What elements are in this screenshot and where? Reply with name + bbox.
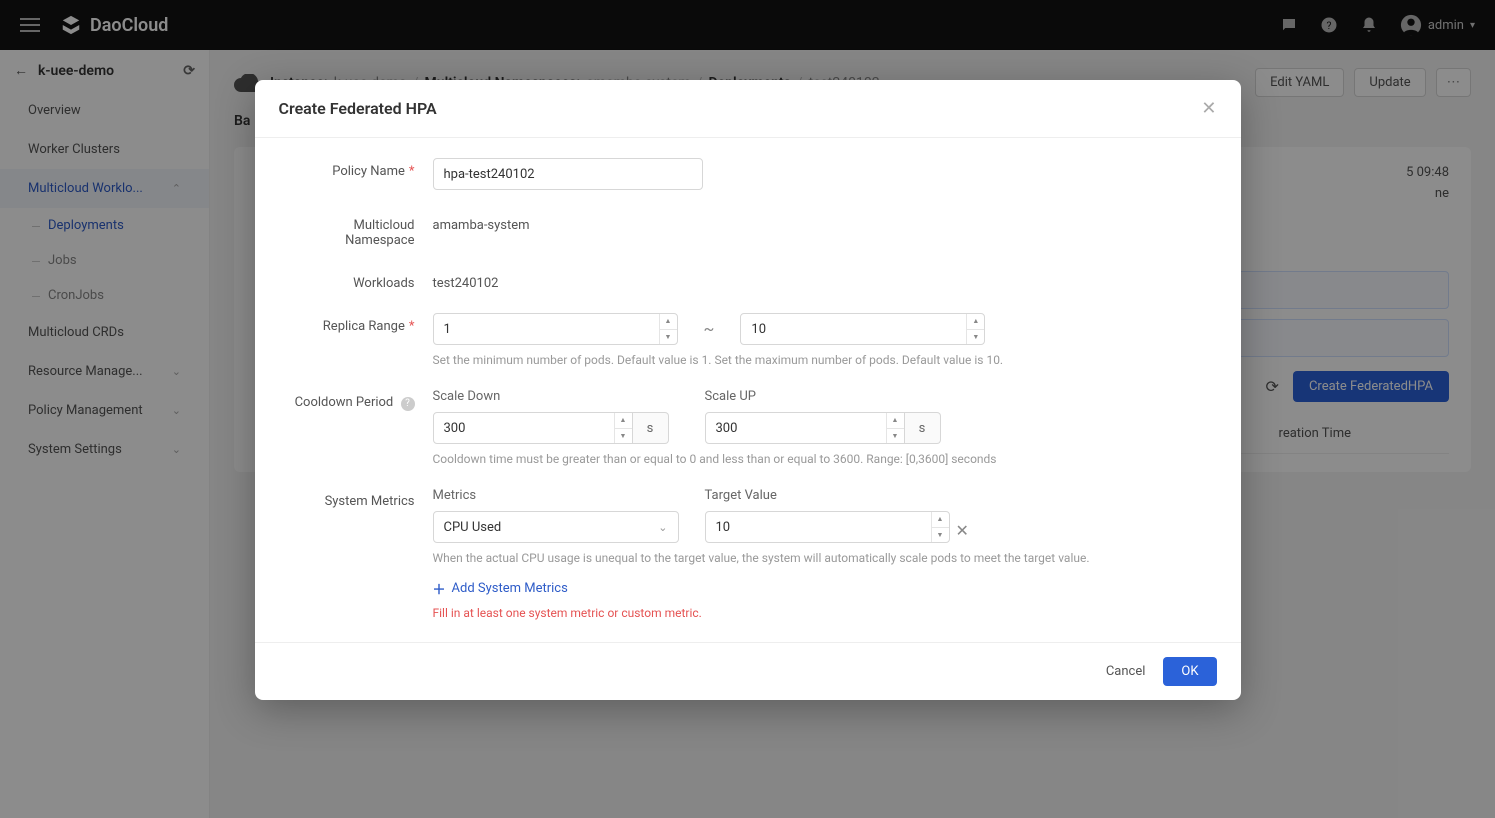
label-workloads: Workloads — [353, 276, 414, 291]
add-system-metrics-button[interactable]: ＋ Add System Metrics — [433, 579, 568, 598]
label-replica-range: Replica Range — [323, 319, 405, 334]
replica-max-input[interactable] — [740, 313, 985, 345]
sublabel-scale-down: Scale Down — [433, 389, 669, 404]
helper-replica: Set the minimum number of pods. Default … — [433, 353, 1213, 367]
unit-seconds: s — [633, 412, 669, 444]
remove-metric-icon[interactable]: ✕ — [956, 515, 969, 540]
workloads-value: test240102 — [433, 270, 1213, 291]
cancel-button[interactable]: Cancel — [1106, 664, 1146, 679]
label-cooldown: Cooldown Period — [295, 395, 394, 410]
error-metrics: Fill in at least one system metric or cu… — [433, 606, 1213, 620]
ok-button[interactable]: OK — [1163, 657, 1216, 686]
plus-icon: ＋ — [433, 579, 446, 598]
sublabel-target-value: Target Value — [705, 488, 969, 503]
unit-seconds: s — [905, 412, 941, 444]
chevron-down-icon: ⌄ — [658, 521, 667, 534]
sublabel-scale-up: Scale UP — [705, 389, 941, 404]
modal-overlay: Create Federated HPA ✕ Policy Name* Mult… — [0, 0, 1495, 818]
policy-name-input[interactable] — [433, 158, 703, 190]
sublabel-metrics: Metrics — [433, 488, 679, 503]
replica-min-spinner[interactable]: ▲▼ — [659, 314, 677, 344]
label-policy-name: Policy Name — [332, 164, 405, 179]
metric-select[interactable]: CPU Used ⌄ — [433, 511, 679, 543]
help-tooltip-icon[interactable]: ? — [401, 397, 415, 411]
modal-title: Create Federated HPA — [279, 99, 437, 118]
replica-min-input[interactable] — [433, 313, 678, 345]
scale-down-input[interactable] — [433, 412, 633, 444]
range-tilde: ~ — [698, 313, 721, 338]
helper-metrics: When the actual CPU usage is unequal to … — [433, 551, 1213, 565]
replica-max-spinner[interactable]: ▲▼ — [966, 314, 984, 344]
helper-cooldown: Cooldown time must be greater than or eq… — [433, 452, 1213, 466]
label-system-metrics: System Metrics — [325, 494, 415, 509]
scale-down-spinner[interactable]: ▲▼ — [614, 413, 632, 443]
target-value-input[interactable] — [705, 511, 950, 543]
create-federated-hpa-modal: Create Federated HPA ✕ Policy Name* Mult… — [255, 80, 1241, 700]
namespace-value: amamba-system — [433, 212, 1213, 248]
metric-select-value: CPU Used — [444, 520, 502, 535]
target-value-spinner[interactable]: ▲▼ — [931, 512, 949, 542]
close-icon[interactable]: ✕ — [1201, 98, 1216, 119]
scale-up-spinner[interactable]: ▲▼ — [886, 413, 904, 443]
label-namespace: Multicloud Namespace — [345, 218, 414, 248]
scale-up-input[interactable] — [705, 412, 905, 444]
